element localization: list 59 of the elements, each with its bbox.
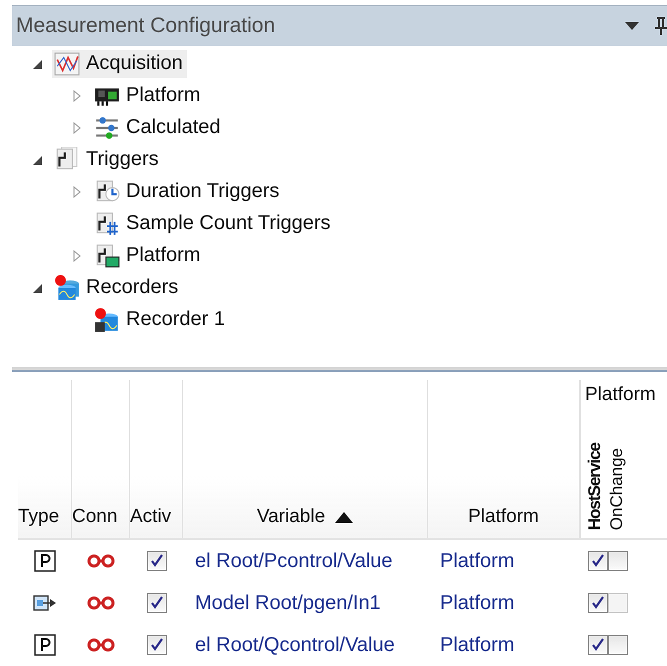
tree-item[interactable]: Triggers xyxy=(52,146,163,174)
column-group-header: Platform xyxy=(585,384,657,406)
checkbox[interactable] xyxy=(146,635,166,655)
checkbox[interactable] xyxy=(608,551,628,571)
checkbox[interactable] xyxy=(588,635,608,655)
expand-icon[interactable] xyxy=(71,122,83,134)
column-header[interactable]: Variable xyxy=(183,380,428,540)
column-header-label: Conn xyxy=(72,506,118,528)
database-icon xyxy=(94,306,120,333)
column-header-label: Platform xyxy=(468,506,539,528)
link-icon xyxy=(86,596,116,610)
tree-item[interactable]: Recorder 1 xyxy=(92,306,229,334)
dropdown-icon[interactable] xyxy=(625,20,639,31)
tree-item[interactable]: Acquisition xyxy=(52,50,187,78)
parameter-icon xyxy=(34,634,56,656)
link-icon xyxy=(86,554,116,568)
table-cell: el Root/Pcontrol/Value xyxy=(195,550,393,572)
tree-item[interactable]: Sample Count Triggers xyxy=(92,210,335,238)
table-cell: Platform xyxy=(440,592,514,614)
tree-item[interactable]: Calculated xyxy=(92,114,225,142)
checkbox[interactable] xyxy=(588,593,608,613)
chart-icon xyxy=(54,50,80,77)
column-header[interactable]: OnChange xyxy=(607,448,627,530)
checkbox[interactable] xyxy=(146,593,166,613)
column-header[interactable]: Activ xyxy=(130,380,183,540)
link-icon xyxy=(86,638,116,652)
trigger-board-icon xyxy=(94,242,120,269)
sort-ascending-icon xyxy=(335,511,354,523)
tree-item[interactable]: Platform xyxy=(92,242,204,270)
tree-item[interactable]: Duration Triggers xyxy=(92,178,284,206)
sliders-icon xyxy=(94,114,120,141)
checkbox[interactable] xyxy=(588,551,608,571)
collapse-icon[interactable] xyxy=(31,154,43,166)
column-header-label: Type xyxy=(18,506,60,528)
column-header[interactable]: Platform xyxy=(428,380,580,540)
checkbox[interactable] xyxy=(608,635,628,655)
trigger-hash-icon xyxy=(94,210,120,237)
pin-icon[interactable] xyxy=(655,16,667,36)
table-cell: Platform xyxy=(440,550,514,572)
column-header[interactable]: Conn xyxy=(72,380,130,540)
expand-icon[interactable] xyxy=(71,250,83,262)
table-cell: Platform xyxy=(440,634,514,656)
tree-item[interactable]: Platform xyxy=(92,82,204,110)
column-header[interactable]: HostService xyxy=(585,442,605,530)
collapse-icon[interactable] xyxy=(31,282,43,294)
table-cell: el Root/Qcontrol/Value xyxy=(195,634,395,656)
expand-icon[interactable] xyxy=(71,186,83,198)
table-cell: Model Root/pgen/In1 xyxy=(195,592,381,614)
inport-icon xyxy=(33,594,57,612)
parameter-icon xyxy=(34,550,56,572)
panel-title: Measurement Configuration xyxy=(16,14,276,38)
tree-item[interactable]: Recorders xyxy=(52,274,182,302)
database-icon xyxy=(54,274,80,301)
column-header-label: Activ xyxy=(130,506,172,528)
collapse-icon[interactable] xyxy=(31,58,43,70)
expand-icon[interactable] xyxy=(71,90,83,102)
column-header-label: Variable xyxy=(256,506,354,528)
column-header[interactable]: Type xyxy=(18,380,72,540)
checkbox[interactable] xyxy=(146,551,166,571)
